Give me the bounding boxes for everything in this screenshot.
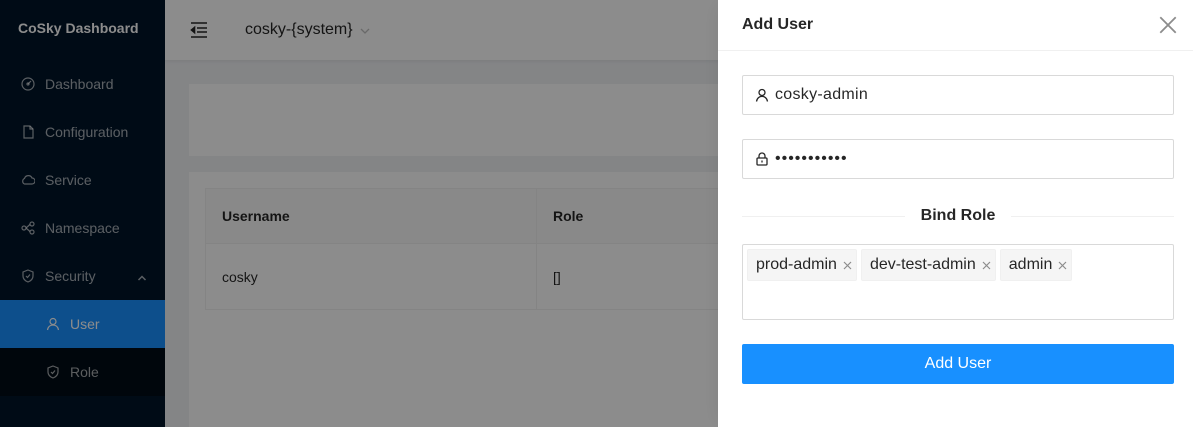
- drawer-header: Add User: [718, 0, 1193, 51]
- username-field[interactable]: cosky-admin: [742, 75, 1174, 115]
- role-tag: admin: [999, 249, 1073, 281]
- lock-icon: [755, 152, 769, 166]
- role-tag-label: prod-admin: [756, 256, 837, 273]
- bind-role-label: Bind Role: [920, 207, 996, 224]
- password-value: •••••••••••: [775, 150, 848, 167]
- role-tag: prod-admin: [747, 249, 857, 281]
- role-tag: dev-test-admin: [860, 249, 996, 281]
- add-user-button[interactable]: Add User: [742, 344, 1174, 384]
- role-select[interactable]: prod-admin dev-test-admin admin: [742, 244, 1174, 320]
- close-icon[interactable]: [982, 261, 991, 270]
- drawer-title: Add User: [742, 16, 814, 33]
- close-icon[interactable]: [843, 261, 852, 270]
- close-icon[interactable]: [1058, 261, 1067, 270]
- bind-role-divider: Bind Role: [742, 205, 1175, 227]
- role-tag-label: admin: [1008, 256, 1053, 273]
- password-field[interactable]: •••••••••••: [742, 139, 1174, 179]
- user-icon: [755, 88, 769, 102]
- role-tag-label: dev-test-admin: [869, 256, 976, 273]
- close-icon[interactable]: [1159, 16, 1177, 34]
- add-user-drawer: Add User cosky-admin ••••••••••• Bind Ro…: [718, 0, 1193, 427]
- username-value: cosky-admin: [775, 86, 869, 103]
